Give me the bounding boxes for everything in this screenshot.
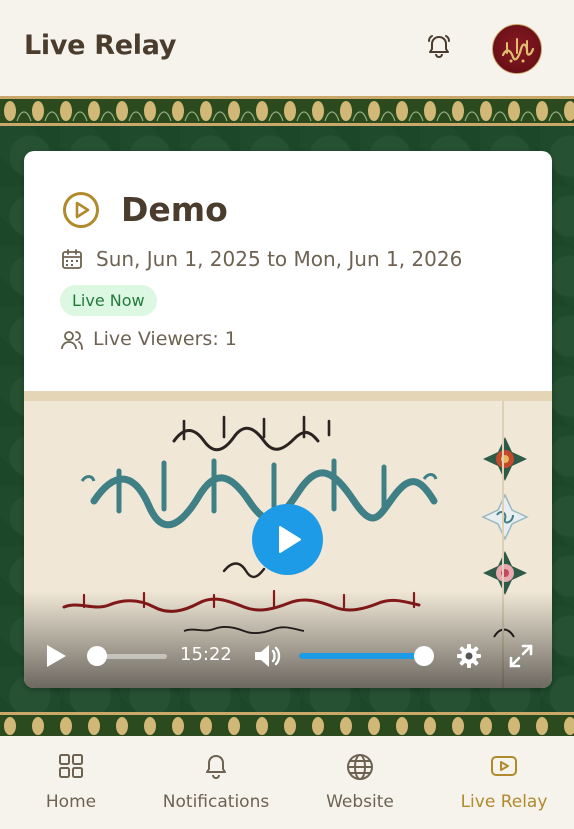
nav-item-website[interactable]: Website xyxy=(290,736,430,829)
bell-icon[interactable] xyxy=(425,33,453,61)
decorative-border-top xyxy=(0,96,574,126)
seek-bar[interactable] xyxy=(97,654,167,659)
avatar[interactable] xyxy=(492,24,542,74)
event-title: Demo xyxy=(121,190,228,229)
top-bar: Live Relay xyxy=(0,0,574,96)
video-play-icon xyxy=(491,756,517,776)
nav-label-notifications: Notifications xyxy=(162,792,270,812)
settings-icon[interactable] xyxy=(456,643,482,669)
video-player[interactable]: 15:22 xyxy=(24,391,552,688)
nav-label-home: Home xyxy=(45,792,97,812)
big-play-button[interactable] xyxy=(252,504,323,575)
seek-handle[interactable] xyxy=(87,646,107,666)
status-badge: Live Now xyxy=(60,285,157,316)
grid-icon xyxy=(59,754,83,778)
decorative-border-bottom xyxy=(0,712,574,736)
volume-icon[interactable] xyxy=(253,643,283,669)
avatar-calligraphy-icon xyxy=(501,38,535,63)
nav-label-website: Website xyxy=(326,792,394,812)
play-icon xyxy=(279,526,301,553)
play-circle-icon xyxy=(63,192,99,228)
app-title: Live Relay xyxy=(24,30,177,61)
playback-time: 15:22 xyxy=(180,644,232,665)
fullscreen-icon[interactable] xyxy=(508,643,534,669)
event-dates: Sun, Jun 1, 2025 to Mon, Jun 1, 2026 xyxy=(96,247,463,271)
nav-label-live-relay: Live Relay xyxy=(460,792,548,812)
users-icon xyxy=(61,331,83,350)
bell-icon xyxy=(206,755,226,780)
calendar-icon xyxy=(62,249,82,269)
nav-item-home[interactable]: Home xyxy=(1,736,141,829)
nav-item-live-relay[interactable]: Live Relay xyxy=(434,736,574,829)
bottom-nav: Home Notifications Website Live Relay xyxy=(0,736,574,829)
play-icon[interactable] xyxy=(44,643,68,669)
volume-slider[interactable] xyxy=(299,653,424,659)
volume-handle[interactable] xyxy=(414,646,434,666)
nav-item-notifications[interactable]: Notifications xyxy=(146,736,286,829)
live-viewers-count: Live Viewers: 1 xyxy=(93,328,237,350)
globe-icon xyxy=(347,754,373,780)
event-card: Demo Sun, Jun 1, 2025 to Mon, Jun 1, 202… xyxy=(24,151,552,688)
